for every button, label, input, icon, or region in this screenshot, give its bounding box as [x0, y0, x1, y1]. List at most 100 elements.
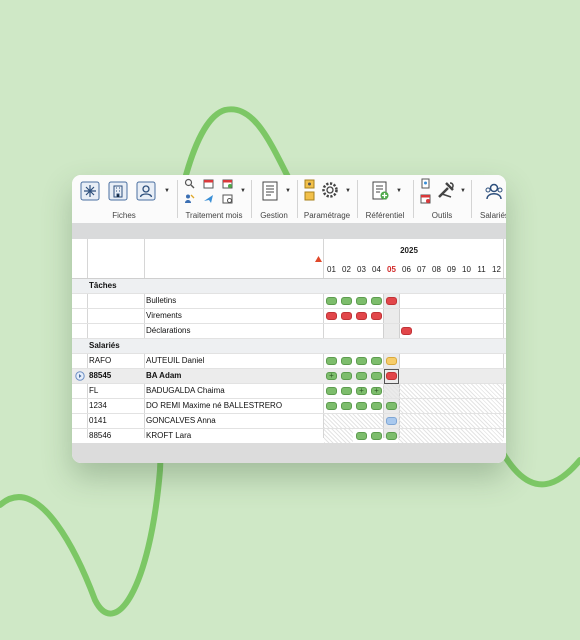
- year-header: 2025: [400, 246, 418, 255]
- chevron-down-icon[interactable]: ▼: [345, 188, 351, 194]
- status-pill-green[interactable]: [371, 432, 382, 440]
- employee-card-icon[interactable]: [136, 181, 156, 201]
- month-header-02[interactable]: 02: [339, 265, 354, 274]
- status-pill-green[interactable]: +: [326, 371, 337, 380]
- status-pill-blue[interactable]: [386, 417, 397, 425]
- sort-indicator-icon[interactable]: [315, 256, 322, 262]
- task-name: Bulletins: [146, 296, 177, 305]
- employee-row-selected[interactable]: 88545 BA Adam: [72, 369, 506, 384]
- building-icon[interactable]: [108, 181, 128, 201]
- ribbon-group-traitement-mois: ▼ Traitement mois: [178, 175, 250, 223]
- status-pill-red[interactable]: [371, 312, 382, 320]
- employee-name: GONCALVES Anna: [146, 416, 216, 425]
- unavailable-cells: [383, 384, 503, 398]
- book-add-icon[interactable]: [370, 181, 390, 201]
- ribbon-group-fiches: ▼ Fiches: [72, 175, 176, 223]
- ribbon-group-label: Référentiel: [365, 211, 405, 220]
- status-pill-green[interactable]: [341, 297, 352, 305]
- employee-code: FL: [89, 386, 99, 395]
- search-calc-icon[interactable]: [184, 178, 195, 189]
- status-pill-green[interactable]: [326, 402, 337, 410]
- device-icon[interactable]: [420, 178, 431, 189]
- month-header-03[interactable]: 03: [354, 265, 369, 274]
- chevron-down-icon[interactable]: ▼: [240, 188, 246, 194]
- status-pill-red[interactable]: [386, 297, 397, 305]
- status-pill-green[interactable]: [371, 402, 382, 410]
- month-header-07[interactable]: 07: [414, 265, 429, 274]
- month-header-01[interactable]: 01: [324, 265, 339, 274]
- task-row[interactable]: Virements: [72, 309, 506, 324]
- ribbon-group-referentiel: ▼ Référentiel: [358, 175, 412, 223]
- task-row[interactable]: Bulletins: [72, 294, 506, 309]
- employee-name: BA Adam: [146, 371, 182, 380]
- employee-code: 0141: [89, 416, 107, 425]
- status-pill-green[interactable]: [326, 387, 337, 395]
- tools-icon[interactable]: [436, 180, 456, 200]
- chevron-down-icon[interactable]: ▼: [396, 188, 402, 194]
- chevron-down-icon[interactable]: ▼: [460, 188, 466, 194]
- section-row-tasks: Tâches: [72, 279, 506, 294]
- status-pill-green[interactable]: +: [371, 386, 382, 395]
- status-pill-green[interactable]: [386, 402, 397, 410]
- month-header-10[interactable]: 10: [459, 265, 474, 274]
- plus-mark: +: [329, 371, 334, 380]
- cards-icon[interactable]: [304, 179, 315, 201]
- users-icon[interactable]: [484, 181, 504, 201]
- ribbon-group-label: Gestion: [260, 211, 288, 220]
- calendar-alert-icon[interactable]: [420, 193, 431, 204]
- unavailable-cells: [324, 414, 383, 428]
- month-header-05[interactable]: 05: [384, 265, 399, 274]
- plane-icon[interactable]: [203, 193, 214, 204]
- status-pill-green[interactable]: [356, 432, 367, 440]
- status-pill-red[interactable]: [326, 312, 337, 320]
- month-header-04[interactable]: 04: [369, 265, 384, 274]
- status-pill-green[interactable]: [356, 402, 367, 410]
- status-pill-green[interactable]: [356, 297, 367, 305]
- calendar-view-icon[interactable]: [222, 193, 233, 204]
- chevron-down-icon[interactable]: ▼: [285, 188, 291, 194]
- status-pill-green[interactable]: [356, 357, 367, 365]
- status-pill-green[interactable]: [341, 387, 352, 395]
- people-icon[interactable]: [184, 193, 195, 204]
- month-header-08[interactable]: 08: [429, 265, 444, 274]
- status-pill-green[interactable]: +: [356, 386, 367, 395]
- month-header-09[interactable]: 09: [444, 265, 459, 274]
- status-pill-red[interactable]: [341, 312, 352, 320]
- employee-code: 88545: [89, 371, 112, 380]
- status-pill-green[interactable]: [386, 432, 397, 440]
- status-pill-yellow[interactable]: [386, 357, 397, 365]
- status-pill-green[interactable]: [341, 402, 352, 410]
- month-header-12[interactable]: 12: [489, 265, 504, 274]
- ribbon-group-label: Traitement mois: [185, 211, 243, 220]
- status-pill-red[interactable]: [356, 312, 367, 320]
- calendar-edit-icon[interactable]: [222, 178, 233, 189]
- task-row[interactable]: Déclarations: [72, 324, 506, 339]
- ribbon-group-gestion: ▼ Gestion: [252, 175, 296, 223]
- status-pill-green[interactable]: [371, 297, 382, 305]
- settings-snowflake-icon[interactable]: [80, 181, 100, 201]
- status-pill-red[interactable]: [401, 327, 412, 335]
- gear-icon[interactable]: [320, 180, 340, 200]
- unavailable-cells: [324, 429, 353, 443]
- selected-cell-outline: [384, 369, 399, 384]
- status-bar: [72, 443, 506, 463]
- status-pill-green[interactable]: [326, 357, 337, 365]
- document-list-icon[interactable]: [260, 181, 280, 201]
- calendar-icon[interactable]: [203, 178, 214, 189]
- month-header-11[interactable]: 11: [474, 265, 489, 274]
- chevron-down-icon[interactable]: ▼: [164, 188, 170, 194]
- status-pill-green[interactable]: [341, 372, 352, 380]
- status-pill-green[interactable]: [356, 372, 367, 380]
- status-pill-green[interactable]: [341, 357, 352, 365]
- ribbon-group-salaries: Salariés: [472, 175, 506, 223]
- unavailable-cells: [398, 429, 503, 443]
- task-name: Déclarations: [146, 326, 191, 335]
- ribbon-toolbar: ▼ Fiches ▼ Traitement mois ▼ Gestion ▼ P…: [72, 175, 506, 224]
- employee-row[interactable]: RAFO AUTEUIL Daniel: [72, 354, 506, 369]
- section-title: Salariés: [89, 341, 120, 350]
- status-pill-green[interactable]: [371, 357, 382, 365]
- employee-name: KROFT Lara: [146, 431, 192, 440]
- month-header-06[interactable]: 06: [399, 265, 414, 274]
- status-pill-green[interactable]: [371, 372, 382, 380]
- status-pill-green[interactable]: [326, 297, 337, 305]
